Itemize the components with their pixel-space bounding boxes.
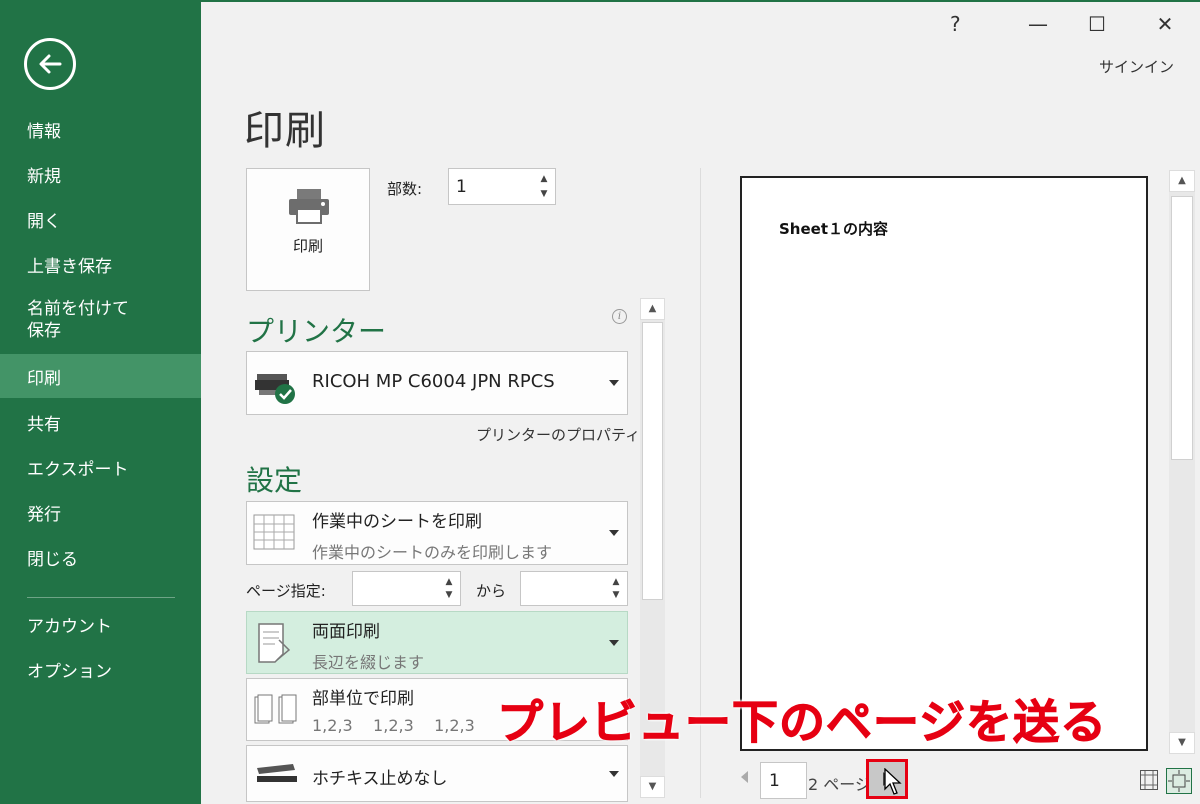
nav-save-as[interactable]: 名前を付けて 保存 <box>0 295 201 345</box>
nav-info[interactable]: 情報 <box>0 114 201 144</box>
duplex-subtitle: 長辺を綴じます <box>312 653 425 672</box>
close-button[interactable]: ✕ <box>1153 12 1177 36</box>
preview-content-text: Sheet１の内容 <box>779 220 888 238</box>
preview-scrollbar[interactable]: ▲ ▼ <box>1169 170 1195 754</box>
previous-page-icon[interactable] <box>741 771 748 783</box>
minimize-button[interactable]: — <box>1026 12 1050 36</box>
pages-from-up-icon[interactable]: ▲ <box>442 575 456 589</box>
nav-export[interactable]: エクスポート <box>0 452 201 482</box>
pages-to-up-icon[interactable]: ▲ <box>609 575 623 589</box>
sheet-grid-icon <box>253 514 295 550</box>
current-page-value: 1 <box>769 770 780 791</box>
pages-from-down-icon[interactable]: ▼ <box>442 588 456 602</box>
staple-title: ホチキス止めなし <box>312 769 448 789</box>
nav-close[interactable]: 閉じる <box>0 542 201 572</box>
zoom-to-page-icon[interactable] <box>1166 768 1192 794</box>
current-page-input[interactable]: 1 <box>760 762 807 799</box>
info-icon[interactable]: i <box>612 309 627 324</box>
printer-heading: プリンター <box>246 315 387 348</box>
show-margins-icon[interactable] <box>1140 770 1158 790</box>
callout-annotation: プレビュー下のページを送る <box>496 695 1108 750</box>
pages-from-input[interactable]: ▲ ▼ <box>352 571 461 606</box>
settings-scroll-down-icon[interactable]: ▼ <box>640 776 665 798</box>
margins-grid-icon <box>1141 771 1157 789</box>
settings-heading: 設定 <box>246 464 303 497</box>
nav-publish[interactable]: 発行 <box>0 497 201 527</box>
copies-value: 1 <box>456 176 467 197</box>
pages-to-down-icon[interactable]: ▼ <box>609 588 623 602</box>
fit-page-icon <box>1168 770 1190 792</box>
printer-ready-icon <box>255 374 295 404</box>
preview-scroll-down-icon[interactable]: ▼ <box>1169 732 1195 754</box>
collate-title: 部単位で印刷 <box>312 689 414 709</box>
print-what-title: 作業中のシートを印刷 <box>312 512 482 532</box>
maximize-button[interactable]: ☐ <box>1085 12 1109 36</box>
settings-scroll-up-icon[interactable]: ▲ <box>640 298 665 320</box>
printer-icon <box>289 189 329 224</box>
nav-options[interactable]: オプション <box>0 654 201 684</box>
copies-down-icon[interactable]: ▼ <box>537 187 551 201</box>
settings-scroll-thumb[interactable] <box>642 322 663 600</box>
arrow-left-icon <box>39 54 62 74</box>
nav-share[interactable]: 共有 <box>0 407 201 437</box>
preview-scroll-thumb[interactable] <box>1171 196 1193 460</box>
print-what-subtitle: 作業中のシートのみを印刷します <box>312 543 553 562</box>
total-pages-label: 2 ページ <box>808 775 868 794</box>
top-border <box>201 0 1200 2</box>
printer-chevron-down-icon <box>609 380 619 386</box>
back-button[interactable] <box>24 38 76 90</box>
print-what-chevron-down-icon <box>609 530 619 536</box>
printer-name: RICOH MP C6004 JPN RPCS <box>312 371 555 392</box>
printer-properties-link[interactable]: プリンターのプロパティ <box>476 424 640 445</box>
nav-separator <box>27 597 175 598</box>
nav-save[interactable]: 上書き保存 <box>0 249 201 279</box>
nav-account[interactable]: アカウント <box>0 609 201 639</box>
printer-dropdown[interactable]: RICOH MP C6004 JPN RPCS <box>246 351 628 415</box>
preview-scroll-up-icon[interactable]: ▲ <box>1169 170 1195 192</box>
duplex-title: 両面印刷 <box>312 622 380 642</box>
print-what-dropdown[interactable]: 作業中のシートを印刷 作業中のシートのみを印刷します <box>246 501 628 565</box>
collate-pages-icon <box>254 694 297 724</box>
collate-subtitle: 1,2,3 1,2,3 1,2,3 <box>312 716 475 735</box>
help-button[interactable]: ? <box>950 12 961 36</box>
copies-label: 部数: <box>387 180 423 198</box>
duplex-page-icon <box>258 623 291 663</box>
print-button-label: 印刷 <box>292 237 323 255</box>
signin-link[interactable]: サインイン <box>1099 56 1174 77</box>
backstage-sidebar: 情報 新規 開く 上書き保存 名前を付けて 保存 印刷 共有 エクスポート 発行… <box>0 0 201 804</box>
staple-dropdown[interactable]: ホチキス止めなし <box>246 745 628 802</box>
mouse-cursor-icon <box>884 768 902 795</box>
print-preview-page: Sheet１の内容 <box>740 176 1148 751</box>
pages-to-label: から <box>476 582 507 600</box>
nav-print[interactable]: 印刷 <box>0 354 201 398</box>
nav-open[interactable]: 開く <box>0 204 201 234</box>
print-button[interactable]: 印刷 <box>246 168 370 291</box>
nav-new[interactable]: 新規 <box>0 159 201 189</box>
pages-label: ページ指定: <box>246 582 326 600</box>
pages-to-input[interactable]: ▲ ▼ <box>520 571 628 606</box>
duplex-chevron-down-icon <box>609 639 619 646</box>
stapler-icon <box>257 764 297 782</box>
copies-input[interactable]: 1 ▲ ▼ <box>448 168 556 205</box>
staple-chevron-down-icon <box>609 770 619 777</box>
page-title: 印刷 <box>244 108 326 154</box>
copies-up-icon[interactable]: ▲ <box>537 172 551 186</box>
duplex-dropdown[interactable]: 両面印刷 長辺を綴じます <box>246 611 628 674</box>
